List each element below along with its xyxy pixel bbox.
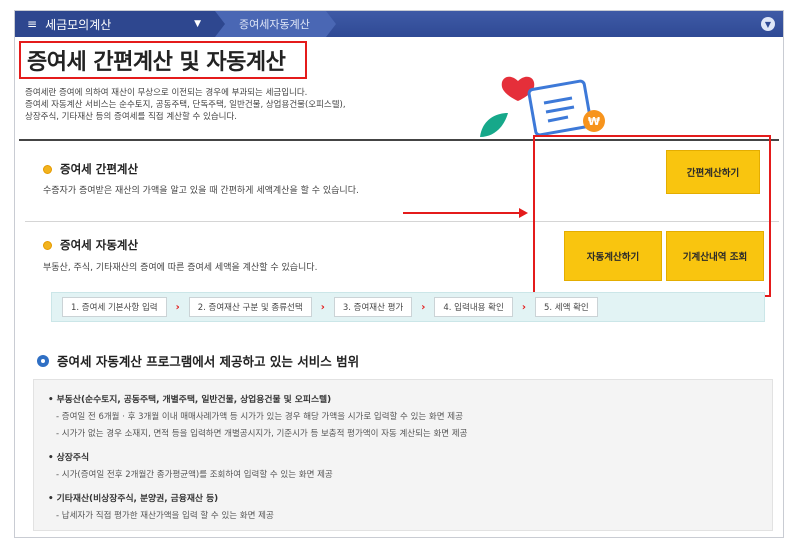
menu-label: 세금모의계산 bbox=[45, 17, 112, 32]
page-title: 증여세 간편계산 및 자동계산 bbox=[27, 50, 286, 75]
annotation-arrow bbox=[403, 212, 521, 214]
simple-calc-title: 증여세 간편계산 bbox=[43, 161, 138, 177]
intro-line: 증여세란 증여에 의하여 재산이 무상으로 이전되는 경우에 부과되는 세금입니… bbox=[25, 88, 308, 98]
service-category: • 상장주식 bbox=[48, 453, 90, 463]
chevron-right-icon: › bbox=[521, 301, 526, 313]
breadcrumb-current: 증여세자동계산 bbox=[239, 18, 310, 31]
bullet-circle-icon bbox=[37, 354, 49, 367]
intro-line: 상장주식, 기타재산 등의 증여세를 직접 계산할 수 있습니다. bbox=[25, 112, 237, 122]
auto-calc-button[interactable]: 자동계산하기 bbox=[564, 231, 662, 281]
services-box: • 부동산(순수토지, 공동주택, 개별주택, 일반건물, 상업용건물 및 오피… bbox=[33, 379, 773, 531]
services-heading: 증여세 자동계산 프로그램에서 제공하고 있는 서비스 범위 bbox=[37, 351, 359, 370]
hamburger-icon: ≡ bbox=[27, 17, 38, 31]
step-item: 5. 세액 확인 bbox=[534, 297, 598, 317]
top-nav-bar: ≡ 세금모의계산 ▼ 증여세자동계산 ▼ bbox=[15, 11, 783, 37]
arrow-head-icon bbox=[519, 208, 528, 218]
auto-calc-title: 증여세 자동계산 bbox=[43, 237, 138, 253]
caret-down-icon: ▼ bbox=[194, 19, 201, 29]
intro-text: 증여세란 증여에 의하여 재산이 무상으로 이전되는 경우에 부과되는 세금입니… bbox=[25, 87, 495, 123]
calc-history-button[interactable]: 기계산내역 조회 bbox=[666, 231, 764, 281]
bullet-dot-icon bbox=[43, 164, 52, 174]
tax-document-illustration: ₩ bbox=[480, 76, 605, 137]
bullet-dot-icon bbox=[43, 240, 52, 250]
service-item: - 납세자가 직접 평가한 재산가액을 입력 할 수 있는 화면 제공 bbox=[56, 511, 274, 521]
chevron-right-icon: › bbox=[421, 301, 426, 313]
simple-calc-title-text: 증여세 간편계산 bbox=[60, 162, 139, 176]
step-item: 4. 입력내용 확인 bbox=[434, 297, 513, 317]
leaf-icon bbox=[480, 113, 508, 137]
simple-calc-desc: 수증자가 증여받은 재산의 가액을 알고 있을 때 간편하게 세액계산을 할 수… bbox=[43, 186, 359, 196]
chevron-right-icon: › bbox=[320, 301, 325, 313]
breadcrumb[interactable]: 증여세자동계산 bbox=[215, 11, 336, 37]
step-item: 1. 증여세 기본사항 입력 bbox=[62, 297, 167, 317]
auto-calc-desc: 부동산, 주식, 기타재산의 증여에 따른 증여세 세액을 계산할 수 있습니다… bbox=[43, 263, 318, 273]
step-item: 2. 증여재산 구분 및 종류선택 bbox=[188, 297, 312, 317]
simple-calc-button[interactable]: 간편계산하기 bbox=[666, 150, 760, 194]
svg-text:₩: ₩ bbox=[588, 115, 600, 128]
service-item: - 증여일 전 6개월 · 후 3개월 이내 매매사례가액 등 시가가 있는 경… bbox=[56, 412, 463, 422]
service-item: - 시가가 없는 경우 소재지, 면적 등을 입력하면 개별공시지가, 기준시가… bbox=[56, 429, 468, 439]
menu-dropdown[interactable]: ≡ 세금모의계산 ▼ bbox=[15, 11, 225, 37]
main-frame: ≡ 세금모의계산 ▼ 증여세자동계산 ▼ 증여세 간편계산 및 자동계산 증여세… bbox=[14, 10, 784, 538]
calc-steps: 1. 증여세 기본사항 입력 › 2. 증여재산 구분 및 종류선택 › 3. … bbox=[51, 292, 765, 322]
auto-calc-title-text: 증여세 자동계산 bbox=[60, 238, 139, 252]
service-category: • 기타재산(비상장주식, 분양권, 금융재산 등) bbox=[48, 494, 219, 504]
service-item: - 시가(증여일 전후 2개월간 종가평균액)를 조회하여 입력할 수 있는 화… bbox=[56, 470, 333, 480]
services-heading-text: 증여세 자동계산 프로그램에서 제공하고 있는 서비스 범위 bbox=[57, 354, 360, 369]
step-item: 3. 증여재산 평가 bbox=[333, 297, 413, 317]
intro-line: 증여세 자동계산 서비스는 순수토지, 공동주택, 단독주택, 일반건물, 상업… bbox=[25, 100, 346, 110]
page-title-highlight: 증여세 간편계산 및 자동계산 bbox=[19, 41, 307, 79]
service-category: • 부동산(순수토지, 공동주택, 개별주택, 일반건물, 상업용건물 및 오피… bbox=[48, 395, 332, 405]
chevron-right-icon: › bbox=[175, 301, 180, 313]
collapse-toggle-icon[interactable]: ▼ bbox=[761, 17, 775, 31]
